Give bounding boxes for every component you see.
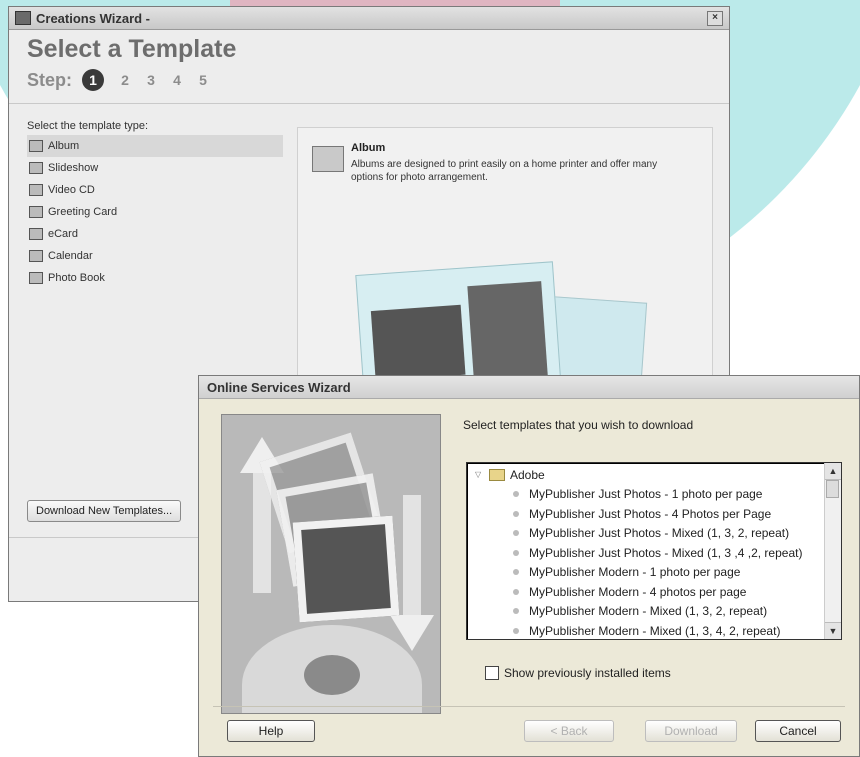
- step-3: 3: [147, 72, 155, 88]
- template-type-calendar[interactable]: Calendar: [27, 245, 283, 267]
- tree-root-adobe[interactable]: ▽ Adobe: [467, 465, 825, 485]
- download-new-templates-button[interactable]: Download New Templates...: [27, 500, 182, 522]
- arrow-down-icon: [403, 495, 421, 615]
- tree-item-label: MyPublisher Modern - Mixed (1, 3, 2, rep…: [529, 604, 768, 619]
- list-item-label: Album: [48, 140, 80, 152]
- scroll-up-icon[interactable]: ▲: [825, 463, 841, 480]
- scroll-down-icon[interactable]: ▼: [825, 622, 841, 639]
- template-type-album[interactable]: Album: [27, 135, 283, 157]
- creations-wizard-titlebar: Creations Wizard - ×: [9, 7, 729, 30]
- scroll-thumb[interactable]: [826, 480, 839, 498]
- list-item-label: Slideshow: [48, 162, 99, 174]
- step-4: 4: [173, 72, 181, 88]
- bullet-icon: [513, 530, 519, 537]
- window-title: Online Services Wizard: [207, 379, 351, 395]
- page-title: Select a Template: [27, 35, 237, 63]
- tree-item[interactable]: MyPublisher Modern - Mixed (1, 3, 2, rep…: [467, 602, 825, 622]
- description-title: Album: [351, 142, 386, 154]
- tree-item[interactable]: MyPublisher Just Photos - Mixed (1, 3 ,4…: [467, 543, 825, 563]
- online-services-wizard-window: Online Services Wizard Select templates …: [198, 375, 860, 757]
- list-item-label: Calendar: [48, 250, 93, 262]
- step-1: 1: [82, 69, 104, 91]
- list-item-label: Photo Book: [48, 272, 105, 284]
- description-text: Albums are designed to print easily on a…: [351, 159, 658, 183]
- vertical-scrollbar[interactable]: ▲ ▼: [824, 463, 841, 639]
- greeting-card-icon: [29, 206, 43, 218]
- tree-item[interactable]: MyPublisher Just Photos - Mixed (1, 3, 2…: [467, 524, 825, 544]
- tree-item-label: MyPublisher Just Photos - Mixed (1, 3, 2…: [529, 526, 790, 541]
- step-5: 5: [199, 72, 207, 88]
- calendar-icon: [29, 250, 43, 262]
- wizard-illustration: [221, 414, 441, 714]
- flower-center: [304, 655, 360, 695]
- slideshow-icon: [29, 162, 43, 174]
- online-services-wizard-titlebar: Online Services Wizard: [199, 376, 859, 399]
- album-icon: [29, 140, 43, 152]
- template-prompt: Select templates that you wish to downlo…: [463, 418, 694, 432]
- list-item-label: Greeting Card: [48, 206, 118, 218]
- step-2: 2: [121, 72, 129, 88]
- bullet-icon: [513, 627, 519, 634]
- tree-item[interactable]: MyPublisher Just Photos - 1 photo per pa…: [467, 485, 825, 505]
- app-icon: [15, 11, 31, 25]
- show-previous-checkbox[interactable]: [485, 666, 499, 680]
- bullet-icon: [513, 569, 519, 576]
- tree-item[interactable]: MyPublisher Modern - Mixed (1, 3, 4, 2, …: [467, 621, 825, 639]
- tree-item[interactable]: MyPublisher Modern - 1 photo per page: [467, 563, 825, 583]
- photo-frame: [292, 515, 400, 623]
- cancel-button[interactable]: Cancel: [755, 720, 841, 742]
- close-icon[interactable]: ×: [707, 10, 723, 26]
- preview-photo-seascape: [370, 304, 466, 381]
- album-icon: [312, 146, 344, 172]
- tree-item[interactable]: MyPublisher Just Photos - 4 Photos per P…: [467, 504, 825, 524]
- bullet-icon: [513, 510, 519, 517]
- help-button[interactable]: Help: [227, 720, 315, 742]
- show-previous-checkbox-row[interactable]: Show previously installed items: [485, 666, 671, 680]
- bullet-icon: [513, 549, 519, 556]
- video-cd-icon: [29, 184, 43, 196]
- show-previous-label: Show previously installed items: [504, 666, 671, 680]
- photo-book-icon: [29, 272, 43, 284]
- tree-item-label: MyPublisher Just Photos - 1 photo per pa…: [529, 487, 763, 502]
- divider: [9, 103, 729, 104]
- template-type-video-cd[interactable]: Video CD: [27, 179, 283, 201]
- tree-item-label: MyPublisher Modern - 4 photos per page: [529, 584, 747, 599]
- template-type-label: Select the template type:: [27, 120, 149, 132]
- back-button[interactable]: < Back: [524, 720, 614, 742]
- template-type-slideshow[interactable]: Slideshow: [27, 157, 283, 179]
- collapse-icon[interactable]: ▽: [475, 470, 485, 479]
- tree-item-label: MyPublisher Modern - Mixed (1, 3, 4, 2, …: [529, 623, 781, 638]
- tree-item-label: MyPublisher Just Photos - 4 Photos per P…: [529, 506, 772, 521]
- template-type-greeting-card[interactable]: Greeting Card: [27, 201, 283, 223]
- folder-icon: [489, 468, 505, 481]
- template-type-ecard[interactable]: eCard: [27, 223, 283, 245]
- template-tree[interactable]: ▽ Adobe MyPublisher Just Photos - 1 phot…: [466, 462, 842, 640]
- list-item-label: Video CD: [48, 184, 95, 196]
- tree-root-label: Adobe: [510, 467, 545, 482]
- tree-item-label: MyPublisher Modern - 1 photo per page: [529, 565, 741, 580]
- divider: [213, 706, 845, 707]
- step-indicator: Step: 1 2 3 4 5: [27, 69, 218, 91]
- ecard-icon: [29, 228, 43, 240]
- tree-item-label: MyPublisher Just Photos - Mixed (1, 3 ,4…: [529, 545, 803, 560]
- bullet-icon: [513, 491, 519, 498]
- list-item-label: eCard: [48, 228, 78, 240]
- window-title: Creations Wizard -: [36, 10, 151, 26]
- template-type-photo-book[interactable]: Photo Book: [27, 267, 283, 289]
- bullet-icon: [513, 608, 519, 615]
- bullet-icon: [513, 588, 519, 595]
- download-button[interactable]: Download: [645, 720, 737, 742]
- step-label: Step:: [27, 69, 72, 90]
- tree-item[interactable]: MyPublisher Modern - 4 photos per page: [467, 582, 825, 602]
